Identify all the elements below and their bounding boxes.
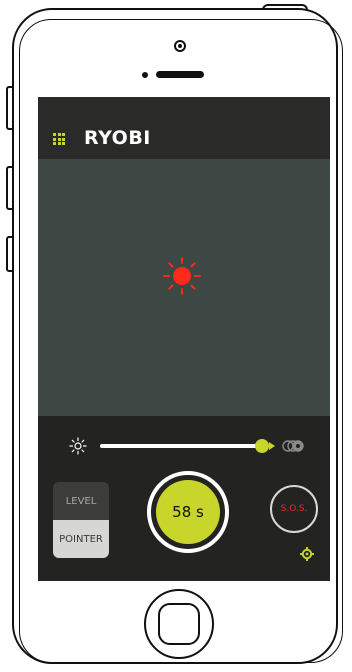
brightness-slider-thumb[interactable] [255, 439, 269, 453]
app-header: RYOBI [38, 97, 330, 159]
mode-selector: LEVEL POINTER [53, 482, 109, 558]
sos-button[interactable]: S.O.S. [270, 485, 318, 533]
earpiece-speaker [156, 71, 204, 78]
brightness-slider-track[interactable] [100, 444, 258, 448]
mode-pointer-button[interactable]: POINTER [53, 520, 109, 558]
brightness-icon [69, 437, 87, 455]
app-screen: RYOBI LEVEL POINTER 58 s S.O.S. [38, 97, 330, 581]
slider-arrow-icon [269, 442, 275, 450]
proximity-sensor [142, 72, 148, 78]
light-viewport [38, 159, 330, 416]
light-on-icon [163, 257, 201, 295]
home-button-square-icon [158, 603, 200, 645]
brand-logo: RYOBI [84, 127, 151, 149]
gear-icon[interactable] [300, 547, 314, 561]
grid-menu-icon[interactable] [53, 133, 65, 145]
timer-button[interactable]: 58 s [156, 480, 220, 544]
beam-mode-icon[interactable] [282, 438, 306, 454]
mode-level-button[interactable]: LEVEL [53, 482, 109, 520]
front-camera [174, 40, 186, 52]
